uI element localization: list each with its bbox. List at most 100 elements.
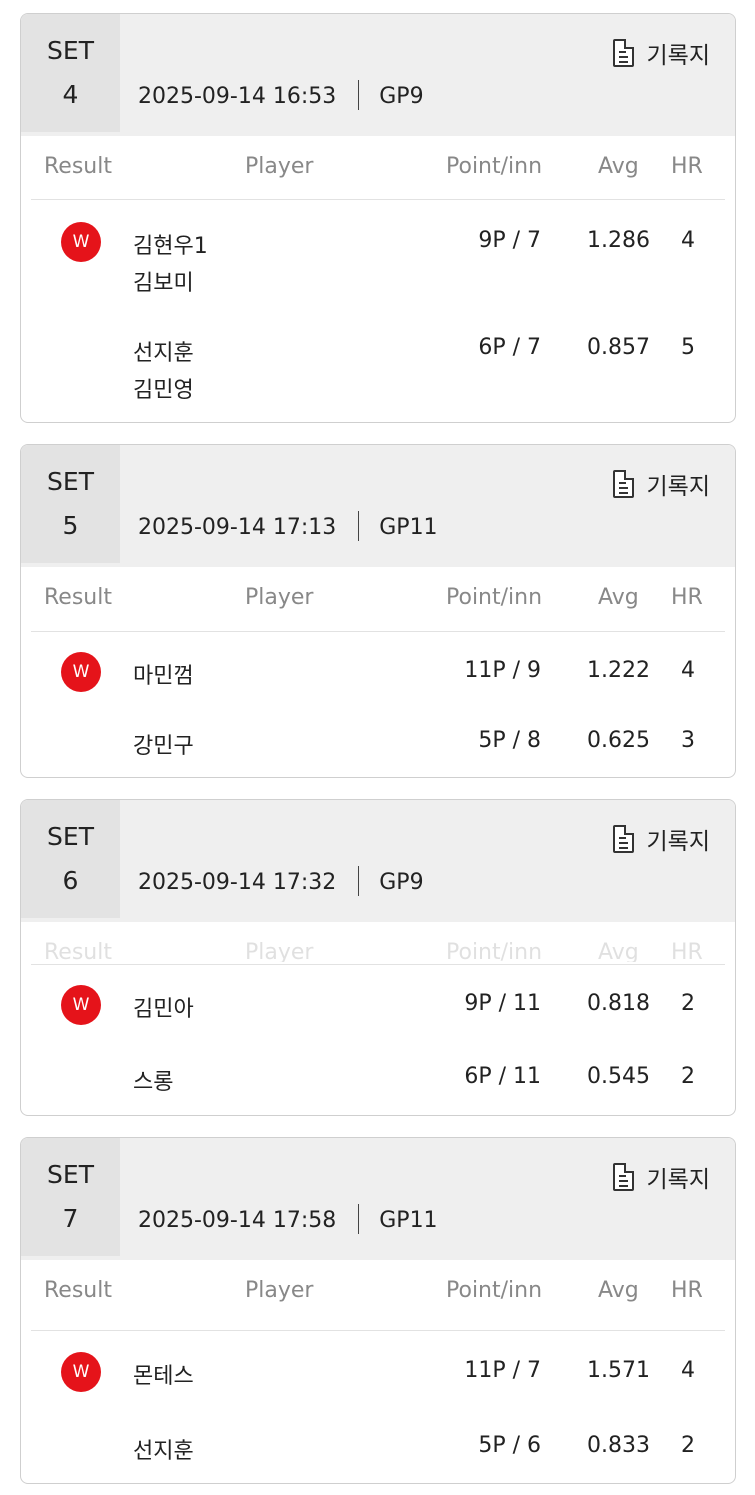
player-name: 김보미 [133,271,194,296]
point-inn-value: 11P / 9 [464,658,541,683]
player-name: 몬테스 [133,1364,194,1389]
table-name: GP9 [379,84,424,109]
set-number: 4 [62,80,79,109]
player-name: 김민영 [133,378,194,403]
set-card: SET 6 2025-09-14 17:32 GP9 기록지 Result Player Po… [20,799,736,1116]
set-number-box: SET 7 [21,1138,120,1256]
point-inn-value: 9P / 7 [478,228,541,253]
hr-value: 4 [681,658,695,683]
hr-value: 3 [681,728,695,753]
meta-divider [358,511,360,541]
hr-value: 4 [681,1358,695,1383]
set-label: SET [47,36,94,65]
point-inn-value: 6P / 7 [478,335,541,360]
avg-value: 1.222 [587,658,650,683]
point-inn-value: 11P / 7 [464,1358,541,1383]
col-point-inn: Point/inn [446,154,543,179]
record-sheet-button[interactable]: 기록지 [612,822,710,856]
col-avg: Avg [598,154,639,179]
col-point-inn: Point/inn [446,585,543,610]
col-player: Player [245,154,314,179]
col-result: Result [44,1278,112,1303]
column-header: Result Player Point/inn Avg HR [21,136,735,198]
table-name: GP9 [379,870,424,895]
set-number: 6 [62,866,79,895]
header-divider [31,964,725,965]
player-names: 김현우1 김보미 [133,228,208,302]
col-player: Player [245,1278,314,1303]
col-result: Result [44,585,112,610]
player-names: 김민아 [133,991,194,1028]
player-name: 김현우1 [133,234,208,259]
match-datetime: 2025-09-14 17:58 [138,1208,337,1233]
player-name: 마민껌 [133,664,194,689]
set-number-box: SET 4 [21,14,120,132]
avg-value: 0.545 [587,1064,650,1089]
document-icon [612,39,634,67]
col-player: Player [245,940,314,962]
match-meta: 2025-09-14 17:13 GP11 [138,511,438,543]
avg-value: 1.286 [587,228,650,253]
col-player: Player [245,585,314,610]
meta-divider [358,866,360,896]
col-point-inn: Point/inn [446,1278,543,1303]
win-badge: W [61,222,101,262]
match-meta: 2025-09-14 16:53 GP9 [138,80,424,112]
document-icon [612,1163,634,1191]
set-number: 5 [62,511,79,540]
player-name: 스롱 [133,1070,174,1095]
document-icon [612,470,634,498]
point-inn-value: 9P / 11 [464,991,541,1016]
col-avg: Avg [598,940,639,962]
win-badge: W [61,1352,101,1392]
col-result: Result [44,154,112,179]
set-number-box: SET 6 [21,800,120,918]
col-hr: HR [671,154,703,179]
table-name: GP11 [379,515,438,540]
hr-value: 2 [681,1433,695,1458]
column-header: Result Player Point/inn Avg HR [21,567,735,629]
set-label: SET [47,467,94,496]
hr-value: 2 [681,1064,695,1089]
player-names: 강민구 [133,728,194,765]
set-label: SET [47,1160,94,1189]
record-sheet-label: 기록지 [646,43,710,69]
set-card-header: SET 7 2025-09-14 17:58 GP11 기록지 [21,1138,735,1260]
set-card-header: SET 6 2025-09-14 17:32 GP9 기록지 [21,800,735,922]
player-name: 김민아 [133,997,194,1022]
point-inn-value: 6P / 11 [464,1064,541,1089]
match-datetime: 2025-09-14 17:32 [138,870,337,895]
column-header: Result Player Point/inn Avg HR [21,922,735,962]
match-meta: 2025-09-14 17:58 GP11 [138,1204,438,1236]
col-hr: HR [671,585,703,610]
avg-value: 0.857 [587,335,650,360]
record-sheet-label: 기록지 [646,1167,710,1193]
match-datetime: 2025-09-14 16:53 [138,84,337,109]
record-sheet-button[interactable]: 기록지 [612,1160,710,1194]
column-header: Result Player Point/inn Avg HR [21,1260,735,1322]
player-names: 스롱 [133,1064,173,1101]
document-icon [612,825,634,853]
col-result: Result [44,940,112,962]
win-badge: W [61,652,101,692]
set-label: SET [47,822,94,851]
player-names: 마민껌 [133,658,194,695]
record-sheet-label: 기록지 [646,474,710,500]
record-sheet-button[interactable]: 기록지 [612,467,710,501]
hr-value: 2 [681,991,695,1016]
avg-value: 0.818 [587,991,650,1016]
win-badge: W [61,985,101,1025]
set-card: SET 4 2025-09-14 16:53 GP9 기록지 Result Player Po… [20,13,736,423]
set-card-header: SET 4 2025-09-14 16:53 GP9 기록지 [21,14,735,136]
record-sheet-button[interactable]: 기록지 [612,36,710,70]
player-name: 강민구 [133,734,194,759]
meta-divider [358,1204,360,1234]
match-datetime: 2025-09-14 17:13 [138,515,337,540]
col-avg: Avg [598,585,639,610]
player-names: 선지훈 [133,1433,194,1470]
col-point-inn: Point/inn [446,940,543,962]
avg-value: 0.625 [587,728,650,753]
hr-value: 5 [681,335,695,360]
player-names: 선지훈 김민영 [133,335,194,409]
record-sheet-label: 기록지 [646,829,710,855]
